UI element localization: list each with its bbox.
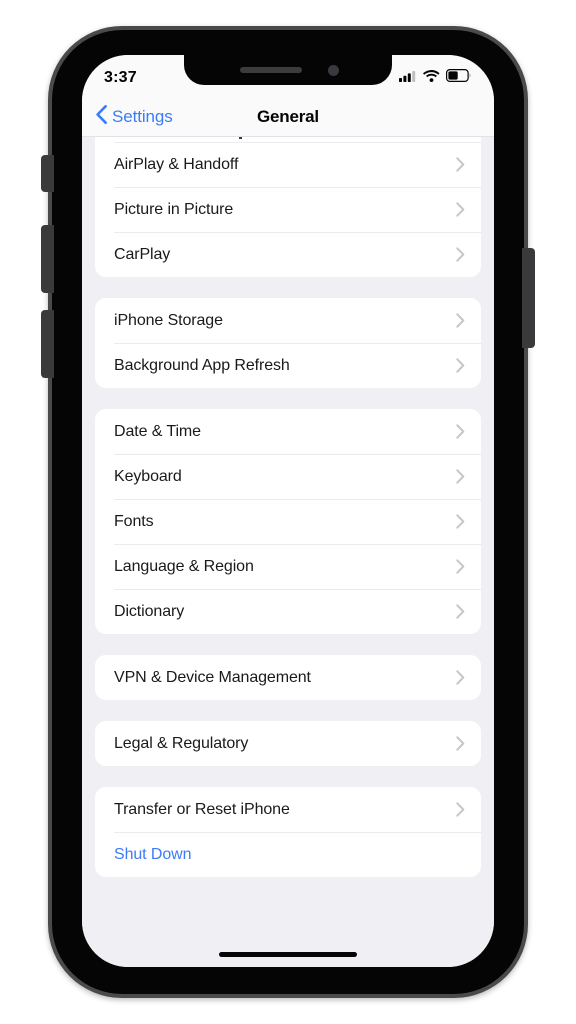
chevron-right-icon [456, 604, 465, 619]
settings-row-label: Keyboard [114, 467, 182, 485]
settings-row[interactable]: Transfer or Reset iPhone [95, 787, 481, 832]
chevron-right-icon [456, 358, 465, 373]
settings-list[interactable]: AirPlay & Handoff Picture in Picture CarPl… [82, 136, 494, 967]
front-camera-icon [328, 65, 339, 76]
chevron-right-icon [456, 559, 465, 574]
settings-row[interactable]: iPhone Storage [95, 298, 481, 343]
settings-row[interactable]: Background App Refresh [95, 343, 481, 388]
volume-down-button[interactable] [41, 310, 54, 378]
settings-row-label: Picture in Picture [114, 200, 234, 218]
status-icons [399, 69, 472, 87]
settings-group: iPhone Storage Background App Refresh [95, 298, 481, 388]
chevron-right-icon [456, 202, 465, 217]
settings-row-label: Background App Refresh [114, 356, 290, 374]
settings-row[interactable]: Picture in Picture [95, 187, 481, 232]
settings-row-label: iPhone Storage [114, 311, 223, 329]
power-button[interactable] [522, 248, 535, 348]
chevron-right-icon [456, 313, 465, 328]
volume-up-button[interactable] [41, 225, 54, 293]
settings-group: Date & Time Keyboard Fonts Language & Regio… [95, 409, 481, 634]
settings-group: Legal & Regulatory [95, 721, 481, 766]
wifi-icon [423, 69, 440, 87]
settings-row-label: VPN & Device Management [114, 668, 311, 686]
settings-group: Transfer or Reset iPhone Shut Down [95, 787, 481, 877]
page-title: General [257, 106, 319, 126]
settings-row-label: CarPlay [114, 245, 171, 263]
settings-group: VPN & Device Management [95, 655, 481, 700]
settings-row-label: Language & Region [114, 557, 254, 575]
chevron-right-icon [456, 157, 465, 172]
settings-row[interactable]: Date & Time [95, 409, 481, 454]
settings-row-label: Dictionary [114, 602, 185, 620]
settings-row[interactable]: Fonts [95, 499, 481, 544]
settings-row[interactable]: AirPlay & Handoff [95, 142, 481, 187]
phone-screen: 3:37 Settings General AirPlay & Handoff … [82, 55, 494, 967]
settings-row-label: Transfer or Reset iPhone [114, 800, 290, 818]
settings-row-label: Legal & Regulatory [114, 734, 249, 752]
settings-row[interactable]: Dictionary [95, 589, 481, 634]
settings-row[interactable]: Language & Region [95, 544, 481, 589]
navigation-bar: Settings General [82, 97, 494, 137]
status-time: 3:37 [104, 69, 137, 86]
settings-row[interactable]: CarPlay [95, 232, 481, 277]
chevron-right-icon [456, 670, 465, 685]
home-indicator[interactable] [219, 952, 357, 957]
chevron-right-icon [456, 469, 465, 484]
settings-row-label: AirPlay & Handoff [114, 155, 239, 173]
settings-row-label: Fonts [114, 512, 154, 530]
notch [184, 55, 392, 85]
battery-icon [446, 69, 472, 87]
speaker-grille-icon [240, 67, 302, 73]
settings-row-label: Date & Time [114, 422, 201, 440]
settings-group: AirPlay & Handoff Picture in Picture CarPl… [95, 136, 481, 277]
cellular-signal-icon [399, 69, 417, 87]
chevron-right-icon [456, 424, 465, 439]
chevron-right-icon [456, 514, 465, 529]
settings-row-label: Shut Down [114, 845, 192, 863]
chevron-right-icon [456, 736, 465, 751]
chevron-right-icon [456, 802, 465, 817]
settings-row[interactable]: Shut Down [95, 832, 481, 877]
settings-row[interactable]: Keyboard [95, 454, 481, 499]
silent-switch[interactable] [41, 155, 54, 192]
settings-row[interactable]: Legal & Regulatory [95, 721, 481, 766]
chevron-right-icon [456, 247, 465, 262]
settings-row[interactable]: VPN & Device Management [95, 655, 481, 700]
